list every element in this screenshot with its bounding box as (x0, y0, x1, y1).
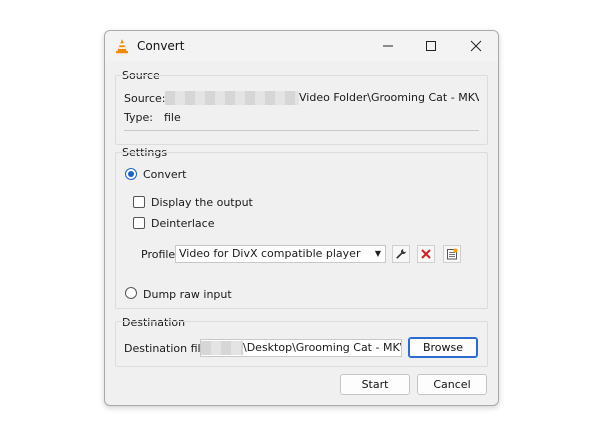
deinterlace-checkbox[interactable] (133, 217, 145, 229)
convert-dialog: Convert Source Source: Video Folder\Groo… (104, 30, 499, 406)
new-profile-button[interactable] (443, 245, 461, 263)
maximize-button[interactable] (409, 31, 453, 61)
edit-profile-button[interactable] (392, 245, 410, 263)
convert-radio-label[interactable]: Convert (143, 168, 187, 181)
dump-raw-label[interactable]: Dump raw input (143, 288, 232, 301)
start-button[interactable]: Start (340, 374, 410, 395)
profile-select[interactable]: Video for DivX compatible player ▼ (175, 245, 386, 263)
display-output-checkbox[interactable] (133, 196, 145, 208)
browse-button[interactable]: Browse (408, 337, 478, 358)
window-title: Convert (137, 39, 185, 53)
deinterlace-label[interactable]: Deinterlace (151, 217, 214, 230)
source-group (115, 75, 488, 145)
chevron-down-icon: ▼ (374, 249, 381, 258)
destination-file-value: \Desktop\Grooming Cat - MKV.mkv (243, 341, 401, 354)
source-path-field: Video Folder\Grooming Cat - MKV.mkv (165, 90, 479, 108)
cancel-button[interactable]: Cancel (417, 374, 487, 395)
profile-label: Profile (141, 248, 176, 261)
delete-profile-button[interactable] (417, 245, 435, 263)
maximize-icon (426, 41, 436, 51)
source-path-value: Video Folder\Grooming Cat - MKV.mkv (299, 91, 479, 104)
vlc-cone-icon (114, 38, 130, 54)
source-divider (124, 130, 479, 131)
title-bar: Convert (105, 31, 498, 61)
convert-radio[interactable] (125, 168, 137, 180)
source-label: Source: (124, 92, 166, 105)
close-button[interactable] (454, 31, 498, 61)
type-value: file (164, 111, 181, 124)
destination-file-input[interactable]: \Desktop\Grooming Cat - MKV.mkv (200, 339, 402, 357)
minimize-icon (383, 45, 393, 47)
new-profile-icon (447, 248, 458, 260)
close-icon (470, 40, 482, 52)
wrench-icon (396, 249, 406, 259)
display-output-label[interactable]: Display the output (151, 196, 253, 209)
minimize-button[interactable] (366, 31, 410, 61)
redacted-path (201, 341, 243, 355)
type-label: Type: (124, 111, 153, 124)
destination-file-label: Destination file: (124, 342, 212, 355)
redacted-path (165, 91, 299, 105)
delete-icon (421, 249, 431, 259)
profile-select-value: Video for DivX compatible player (179, 247, 361, 260)
dump-raw-radio[interactable] (125, 287, 137, 299)
